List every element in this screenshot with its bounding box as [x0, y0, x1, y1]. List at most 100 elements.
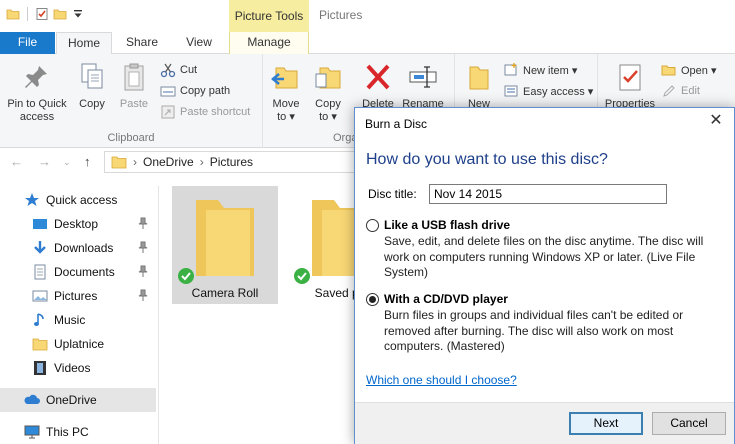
- breadcrumb-separator: ›: [199, 155, 204, 169]
- folder-icon: [196, 200, 254, 276]
- move-to-label: Move: [272, 98, 300, 110]
- disc-title-label: Disc title:: [368, 187, 417, 201]
- dialog-heading: How do you want to use this disc?: [366, 151, 608, 168]
- option-cd-title[interactable]: With a CD/DVD player: [384, 292, 508, 306]
- radio-usb-flash-drive[interactable]: [366, 219, 379, 232]
- pin-to-quick-access-button[interactable]: Pin to Quick access: [4, 62, 70, 124]
- nav-documents-label: Documents: [54, 265, 115, 279]
- customize-qat-icon[interactable]: [71, 7, 85, 21]
- tab-manage[interactable]: Manage: [229, 32, 309, 54]
- breadcrumb-pictures[interactable]: Pictures: [210, 155, 253, 169]
- tab-view[interactable]: View: [176, 32, 222, 54]
- nav-downloads[interactable]: Downloads: [0, 236, 156, 260]
- properties-button[interactable]: Properties: [602, 62, 658, 111]
- dialog-title: Burn a Disc: [365, 117, 428, 131]
- paste-label: Paste: [119, 98, 149, 110]
- clipboard-group: Pin to Quick access Copy Paste Cut Copy …: [0, 54, 263, 148]
- nav-documents[interactable]: Documents: [0, 260, 156, 284]
- open-button[interactable]: Open ▾: [661, 60, 717, 80]
- pane-divider[interactable]: [158, 186, 159, 444]
- paste-icon: [124, 63, 144, 91]
- nav-videos[interactable]: Videos: [0, 356, 156, 380]
- new-folder-button[interactable]: New: [461, 62, 497, 111]
- music-note-icon: [34, 313, 44, 326]
- rename-button[interactable]: Rename: [401, 62, 445, 111]
- copy-button[interactable]: Copy: [74, 62, 110, 111]
- nav-onedrive-label: OneDrive: [46, 393, 97, 407]
- file-tile-camera-roll[interactable]: Camera Roll: [172, 186, 278, 304]
- nav-this-pc[interactable]: This PC: [0, 420, 156, 444]
- copy-path-button[interactable]: Copy path: [160, 81, 230, 101]
- properties-icon[interactable]: [35, 7, 49, 21]
- radio-cd-dvd-player[interactable]: [366, 293, 379, 306]
- clipboard-group-label: Clipboard: [107, 132, 155, 144]
- copy-label: Copy: [79, 98, 105, 110]
- move-to-label-2: to ▾: [277, 111, 295, 123]
- nav-onedrive[interactable]: OneDrive: [0, 388, 156, 412]
- option-cd-description: Burn files in groups and individual file…: [384, 308, 684, 353]
- sync-check-icon: [294, 268, 310, 284]
- burn-disc-dialog: Burn a Disc ✕ How do you want to use thi…: [354, 107, 735, 444]
- move-to-button[interactable]: Move to ▾: [268, 62, 304, 124]
- folder-icon: [111, 156, 127, 169]
- breadcrumb-onedrive[interactable]: OneDrive: [143, 155, 194, 169]
- folder-icon: [32, 338, 48, 351]
- nav-music[interactable]: Music: [0, 308, 156, 332]
- nav-music-label: Music: [54, 313, 86, 327]
- edit-button[interactable]: Edit: [661, 81, 700, 101]
- folder-icon[interactable]: [6, 7, 20, 21]
- back-arrow-icon[interactable]: ←: [10, 154, 23, 169]
- cut-button[interactable]: Cut: [160, 60, 197, 80]
- nav-quick-access[interactable]: Quick access: [0, 188, 156, 212]
- easy-access-label: Easy access ▾: [523, 85, 594, 98]
- pin-icon[interactable]: [138, 241, 148, 253]
- up-arrow-icon[interactable]: ↑: [84, 154, 91, 169]
- nav-pictures[interactable]: Pictures: [0, 284, 156, 308]
- scissors-icon: [160, 63, 176, 78]
- new-item-label: New item ▾: [523, 64, 578, 77]
- option-usb-title[interactable]: Like a USB flash drive: [384, 218, 510, 232]
- film-icon: [34, 361, 46, 375]
- pictures-icon: [32, 290, 48, 302]
- recent-locations-chevron-icon[interactable]: ⌄: [63, 157, 71, 168]
- open-label: Open ▾: [681, 64, 717, 77]
- delete-x-icon: [366, 64, 390, 90]
- pin-icon[interactable]: [138, 217, 148, 229]
- copy-to-button[interactable]: Copy to ▾: [310, 62, 346, 124]
- pin-icon[interactable]: [138, 289, 148, 301]
- star-icon: [25, 193, 39, 206]
- nav-this-pc-label: This PC: [46, 425, 89, 439]
- delete-button[interactable]: Delete: [358, 62, 398, 111]
- tab-file[interactable]: File: [0, 32, 55, 54]
- edit-pencil-icon: [663, 85, 675, 97]
- copy-path-icon: [160, 86, 176, 97]
- paste-shortcut-icon: [161, 105, 175, 119]
- nav-desktop[interactable]: Desktop: [0, 212, 156, 236]
- pin-icon[interactable]: [138, 265, 148, 277]
- disc-title-input[interactable]: [429, 184, 667, 204]
- tab-home[interactable]: Home: [56, 32, 112, 55]
- tab-share[interactable]: Share: [118, 32, 166, 54]
- option-usb-description: Save, edit, and delete files on the disc…: [384, 234, 704, 279]
- paste-shortcut-button[interactable]: Paste shortcut: [160, 102, 250, 122]
- new-folder-icon[interactable]: [53, 7, 67, 21]
- new-item-icon: [504, 63, 517, 76]
- new-item-button[interactable]: New item ▾: [503, 60, 577, 80]
- close-icon[interactable]: ✕: [708, 113, 724, 129]
- copy-to-icon: [315, 67, 341, 89]
- paste-button[interactable]: Paste: [114, 62, 154, 111]
- nav-quick-access-label: Quick access: [46, 193, 118, 207]
- picture-tools-context-header: Picture Tools: [229, 0, 309, 32]
- next-button[interactable]: Next: [569, 412, 643, 435]
- forward-arrow-icon[interactable]: →: [38, 154, 51, 169]
- nav-desktop-label: Desktop: [54, 217, 99, 231]
- title-bar: Picture Tools Pictures: [0, 0, 735, 32]
- nav-videos-label: Videos: [54, 361, 91, 375]
- help-link[interactable]: Which one should I choose?: [366, 373, 517, 387]
- nav-uplatnice[interactable]: Uplatnice: [0, 332, 156, 356]
- copy-to-label: Copy: [315, 98, 341, 110]
- easy-access-button[interactable]: Easy access ▾: [503, 81, 593, 101]
- cancel-button[interactable]: Cancel: [652, 412, 726, 435]
- move-to-icon: [271, 67, 298, 89]
- ribbon-tabs: File Home Share View Manage: [0, 32, 735, 55]
